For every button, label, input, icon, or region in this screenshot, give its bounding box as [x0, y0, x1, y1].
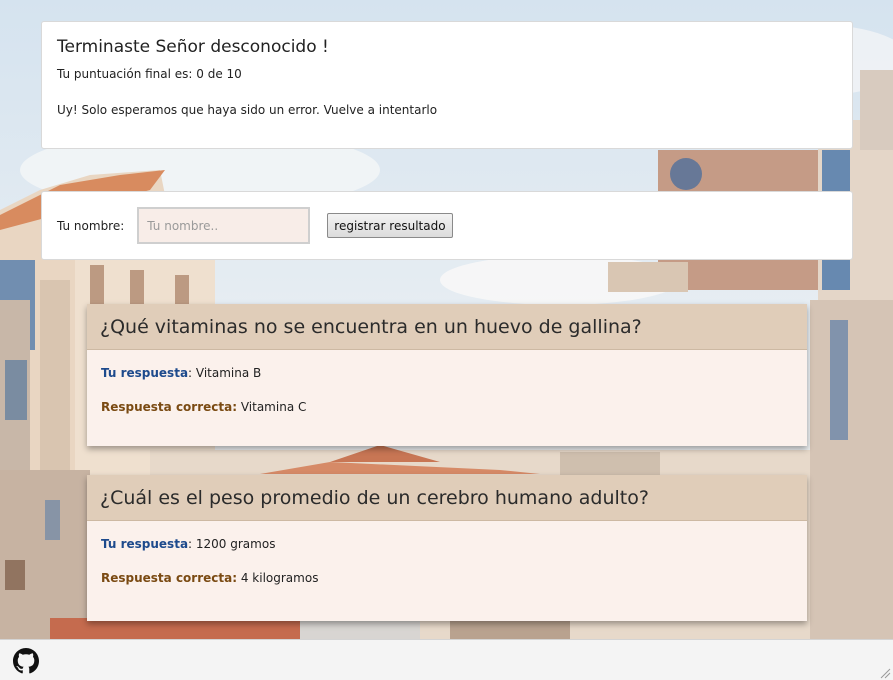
- github-icon[interactable]: [13, 648, 39, 674]
- question-review-card: ¿Qué vitaminas no se encuentra en un hue…: [87, 304, 807, 446]
- your-answer-line: Tu respuesta: 1200 gramos: [101, 537, 793, 551]
- result-card: Terminaste Señor desconocido ! Tu puntua…: [41, 21, 853, 149]
- name-label: Tu nombre:: [57, 218, 125, 233]
- question-header: ¿Cuál es el peso promedio de un cerebro …: [87, 475, 807, 521]
- register-result-form: Tu nombre: registrar resultado: [41, 191, 853, 260]
- correct-answer-value: 4 kilogramos: [237, 571, 319, 585]
- question-header: ¿Qué vitaminas no se encuentra en un hue…: [87, 304, 807, 350]
- question-review-card: ¿Cuál es el peso promedio de un cerebro …: [87, 475, 807, 621]
- your-answer-line: Tu respuesta: Vitamina B: [101, 366, 793, 380]
- correct-answer-label: Respuesta correcta:: [101, 400, 238, 414]
- correct-answer-line: Respuesta correcta: Vitamina C: [101, 400, 793, 414]
- your-answer-label: Tu respuesta: [101, 366, 189, 380]
- question-text: ¿Cuál es el peso promedio de un cerebro …: [100, 486, 649, 509]
- correct-answer-label: Respuesta correcta:: [101, 571, 238, 585]
- answer-section: Tu respuesta: Vitamina B Respuesta corre…: [87, 350, 807, 414]
- your-answer-value: : 1200 gramos: [188, 537, 276, 551]
- resize-grip-icon[interactable]: [879, 667, 891, 679]
- answer-section: Tu respuesta: 1200 gramos Respuesta corr…: [87, 521, 807, 585]
- result-title: Terminaste Señor desconocido !: [57, 37, 329, 57]
- correct-answer-line: Respuesta correcta: 4 kilogramos: [101, 571, 793, 585]
- your-answer-value: : Vitamina B: [188, 366, 262, 380]
- correct-answer-value: Vitamina C: [237, 400, 307, 414]
- question-text: ¿Qué vitaminas no se encuentra en un hue…: [100, 315, 642, 338]
- your-answer-label: Tu respuesta: [101, 537, 189, 551]
- name-input[interactable]: [137, 207, 311, 244]
- register-result-button[interactable]: registrar resultado: [327, 213, 453, 238]
- final-score-text: Tu puntuación final es: 0 de 10: [57, 67, 242, 81]
- result-message: Uy! Solo esperamos que haya sido un erro…: [57, 103, 438, 117]
- footer: [0, 639, 893, 680]
